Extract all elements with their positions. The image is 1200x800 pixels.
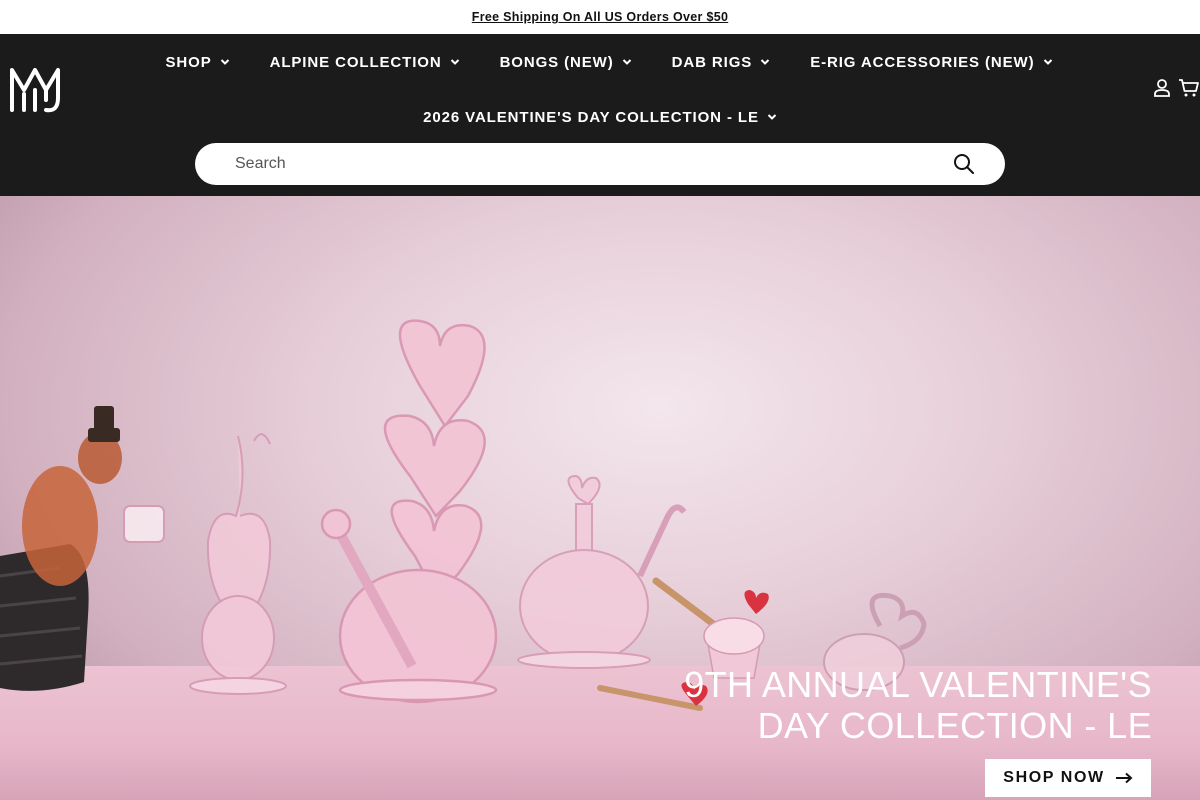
heart-dab-rig-right: [517, 474, 687, 669]
nav-e-rig-accessories[interactable]: E-RIG ACCESSORIES (NEW): [810, 50, 1052, 74]
orange-figure-rig: [22, 406, 122, 586]
nav-label: ALPINE COLLECTION: [269, 53, 442, 71]
heart-recycler-left: [123, 433, 287, 695]
nav-label: BONGS (NEW): [499, 53, 614, 71]
site-header: SHOP ALPINE COLLECTION BONGS (NEW) DAB R…: [0, 34, 1200, 196]
search-input[interactable]: [235, 155, 915, 173]
chevron-down-icon: [450, 59, 459, 65]
search-icon[interactable]: [953, 153, 975, 175]
hero-title-line2: DAY COLLECTION - LE: [757, 705, 1152, 746]
nav-bongs[interactable]: BONGS (NEW): [500, 50, 632, 74]
chevron-down-icon: [1043, 59, 1052, 65]
nav-alpine-collection[interactable]: ALPINE COLLECTION: [270, 50, 460, 74]
hero-banner[interactable]: 9TH ANNUAL VALENTINE'S DAY COLLECTION - …: [0, 196, 1200, 800]
chevron-down-icon: [622, 59, 631, 65]
main-nav: SHOP ALPINE COLLECTION BONGS (NEW) DAB R…: [0, 50, 1200, 74]
hero-title: 9TH ANNUAL VALENTINE'S DAY COLLECTION - …: [632, 664, 1152, 746]
shop-now-label: SHOP NOW: [1003, 769, 1105, 786]
stacked-hearts-bong: [320, 319, 498, 704]
cart-icon[interactable]: [1178, 78, 1200, 98]
nav-shop[interactable]: SHOP: [165, 50, 229, 74]
arrow-right-icon: [1115, 772, 1133, 784]
shop-now-button[interactable]: SHOP NOW: [985, 759, 1151, 797]
hero-title-line1: 9TH ANNUAL VALENTINE'S: [684, 664, 1152, 705]
nav-valentines-collection[interactable]: 2026 VALENTINE'S DAY COLLECTION - LE: [423, 105, 777, 129]
nav-dab-rigs[interactable]: DAB RIGS: [672, 50, 771, 74]
announcement-bar: Free Shipping On All US Orders Over $50: [0, 0, 1200, 34]
search-bar: [195, 143, 1005, 185]
chevron-down-icon: [220, 59, 229, 65]
nav-label: SHOP: [165, 53, 212, 71]
nav-label: 2026 VALENTINE'S DAY COLLECTION - LE: [423, 108, 759, 126]
account-icon[interactable]: [1152, 78, 1172, 98]
chevron-down-icon: [767, 114, 777, 120]
chevron-down-icon: [760, 59, 770, 65]
announcement-link[interactable]: Free Shipping On All US Orders Over $50: [472, 10, 728, 24]
main-nav-row-2: 2026 VALENTINE'S DAY COLLECTION - LE: [0, 105, 1200, 129]
nav-label: E-RIG ACCESSORIES (NEW): [810, 53, 1035, 71]
nav-label: DAB RIGS: [671, 53, 753, 71]
